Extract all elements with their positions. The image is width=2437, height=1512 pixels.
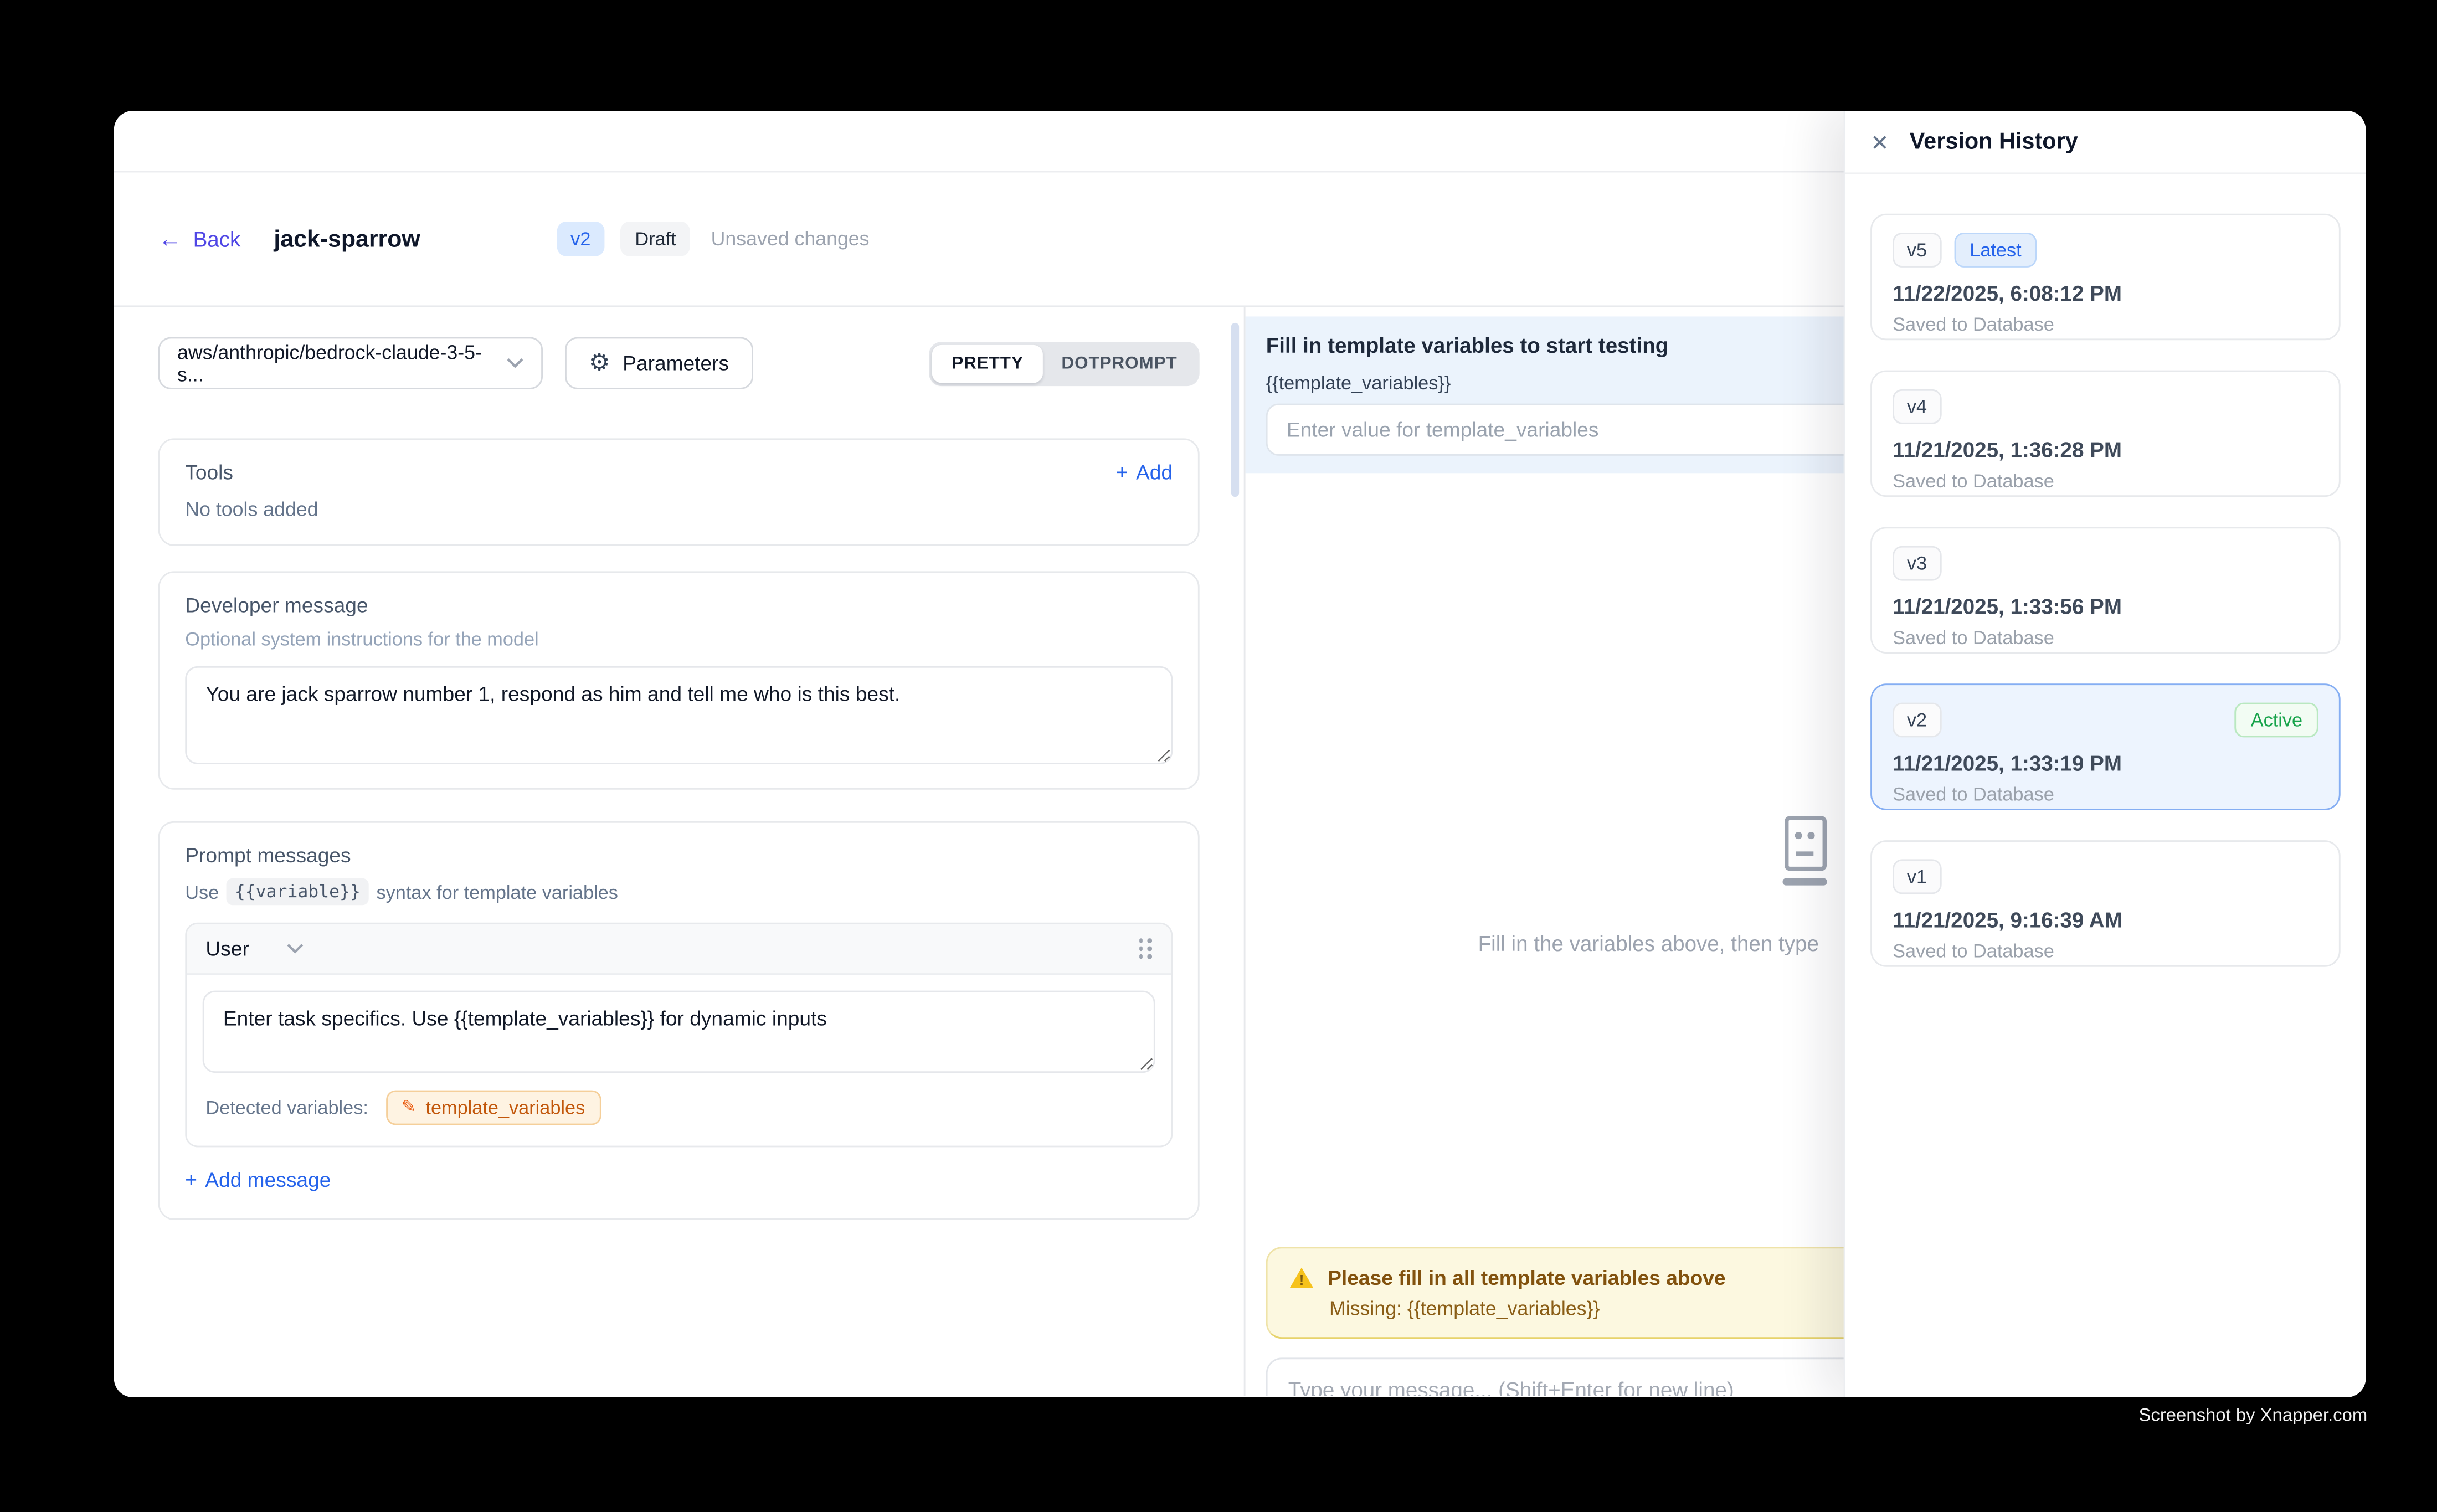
page-title: jack-sparrow — [274, 225, 420, 253]
version-timestamp: 11/21/2025, 1:33:19 PM — [1893, 752, 2318, 775]
empty-state-text: Fill in the variables above, then type — [1478, 932, 1819, 956]
robot-icon — [1773, 815, 1836, 894]
version-timestamp: 11/22/2025, 6:08:12 PM — [1893, 282, 2318, 306]
watermark-text: Screenshot by Xnapper.com — [2138, 1407, 2367, 1426]
scrollbar-thumb[interactable] — [1231, 323, 1239, 497]
developer-message-textarea[interactable]: You are jack sparrow number 1, respond a… — [185, 666, 1173, 764]
version-card[interactable]: v4 11/21/2025, 1:36:28 PM Saved to Datab… — [1870, 371, 2341, 497]
chevron-down-icon — [287, 943, 304, 954]
back-button[interactable]: ← Back — [158, 227, 241, 251]
view-mode-toggle: PRETTY DOTPROMPT — [929, 341, 1199, 385]
developer-message-card: Developer message Optional system instru… — [158, 571, 1200, 789]
gear-icon: ⚙ — [589, 351, 610, 375]
role-select[interactable]: User — [205, 937, 304, 960]
detected-variables-row: Detected variables: ✎ template_variables — [187, 1073, 1171, 1145]
version-history-drawer: ✕ Version History v5 Latest 11/22/2025, … — [1844, 111, 2366, 1397]
detected-variables-label: Detected variables: — [205, 1097, 368, 1119]
toggle-dotprompt[interactable]: DOTPROMPT — [1042, 344, 1196, 382]
add-message-label: Add message — [205, 1168, 331, 1192]
chevron-down-icon — [506, 358, 523, 369]
drag-handle-icon[interactable] — [1139, 939, 1152, 959]
prompt-message-block: User Enter task specifics. Use {{templat… — [185, 923, 1173, 1148]
editor-pane: aws/anthropic/bedrock-claude-3-5-s... ⚙ … — [114, 307, 1246, 1396]
plus-icon: + — [185, 1168, 197, 1192]
model-select-value: aws/anthropic/bedrock-claude-3-5-s... — [177, 341, 506, 385]
developer-message-label: Developer message — [185, 593, 1173, 617]
prompt-messages-card: Prompt messages Use {{variable}} syntax … — [158, 821, 1200, 1220]
version-card[interactable]: v2 Active 11/21/2025, 1:33:19 PM Saved t… — [1870, 683, 2341, 810]
version-history-title: Version History — [1910, 129, 2078, 155]
prompt-messages-hint: Use {{variable}} syntax for template var… — [185, 878, 1173, 906]
parameters-button[interactable]: ⚙ Parameters — [565, 337, 753, 389]
model-select[interactable]: aws/anthropic/bedrock-claude-3-5-s... — [158, 337, 543, 389]
version-card[interactable]: v5 Latest 11/22/2025, 6:08:12 PM Saved t… — [1870, 214, 2341, 341]
app-window: ← Back jack-sparrow v2 Draft Unsaved cha… — [114, 111, 2366, 1397]
model-row: aws/anthropic/bedrock-claude-3-5-s... ⚙ … — [158, 337, 1200, 389]
add-tool-button[interactable]: + Add — [1116, 460, 1173, 484]
version-timestamp: 11/21/2025, 9:16:39 AM — [1893, 908, 2318, 932]
plus-icon: + — [1116, 460, 1128, 484]
back-label: Back — [193, 227, 241, 251]
warning-title: Please fill in all template variables ab… — [1328, 1266, 1725, 1290]
version-status: Saved to Database — [1893, 940, 2318, 962]
toggle-pretty[interactable]: PRETTY — [933, 344, 1042, 382]
back-arrow-icon: ← — [158, 227, 182, 251]
hint-suffix: syntax for template variables — [377, 881, 618, 903]
hint-prefix: Use — [185, 881, 219, 903]
version-status: Saved to Database — [1893, 783, 2318, 805]
variable-syntax-chip: {{variable}} — [227, 878, 369, 906]
version-chip: v5 — [1893, 233, 1941, 268]
template-variable-name: template_variables — [425, 1097, 585, 1119]
add-message-button[interactable]: + Add message — [185, 1168, 331, 1192]
role-select-value: User — [205, 937, 249, 960]
version-card[interactable]: v3 11/21/2025, 1:33:56 PM Saved to Datab… — [1870, 527, 2341, 654]
tools-empty-text: No tools added — [185, 498, 1173, 521]
template-variable-chip[interactable]: ✎ template_variables — [385, 1091, 600, 1125]
version-chip: v3 — [1893, 546, 1941, 581]
tools-label: Tools — [185, 460, 233, 484]
parameters-label: Parameters — [623, 351, 729, 375]
version-status: Saved to Database — [1893, 626, 2318, 649]
screenshot-stage: ← Back jack-sparrow v2 Draft Unsaved cha… — [0, 0, 2437, 1512]
version-list: v5 Latest 11/22/2025, 6:08:12 PM Saved t… — [1845, 174, 2366, 966]
version-history-header: ✕ Version History — [1845, 111, 2366, 174]
version-chip: v4 — [1893, 389, 1941, 424]
version-chip: v1 — [1893, 859, 1941, 894]
version-status: Saved to Database — [1893, 313, 2318, 336]
version-card[interactable]: v1 11/21/2025, 9:16:39 AM Saved to Datab… — [1870, 840, 2341, 967]
prompt-message-textarea[interactable]: Enter task specifics. Use {{template_var… — [203, 991, 1155, 1073]
version-badge: v2 — [556, 222, 605, 256]
prompt-message-header: User — [187, 924, 1171, 975]
version-chip: v2 — [1893, 703, 1941, 738]
version-timestamp: 11/21/2025, 1:33:56 PM — [1893, 595, 2318, 619]
version-state-badge: Latest — [1954, 233, 2038, 268]
pencil-icon: ✎ — [402, 1099, 416, 1116]
tools-card: Tools + Add No tools added — [158, 438, 1200, 546]
add-tool-label: Add — [1136, 460, 1173, 484]
version-status: Saved to Database — [1893, 470, 2318, 492]
developer-message-hint: Optional system instructions for the mod… — [185, 628, 1173, 650]
warning-icon — [1290, 1268, 1314, 1288]
draft-badge: Draft — [621, 222, 691, 256]
prompt-message-body: Enter task specifics. Use {{template_var… — [187, 975, 1171, 1073]
prompt-messages-label: Prompt messages — [185, 844, 1173, 867]
close-icon[interactable]: ✕ — [1870, 131, 1889, 153]
unsaved-changes-text: Unsaved changes — [711, 228, 870, 250]
version-state-badge: Active — [2235, 703, 2318, 738]
version-timestamp: 11/21/2025, 1:36:28 PM — [1893, 438, 2318, 462]
